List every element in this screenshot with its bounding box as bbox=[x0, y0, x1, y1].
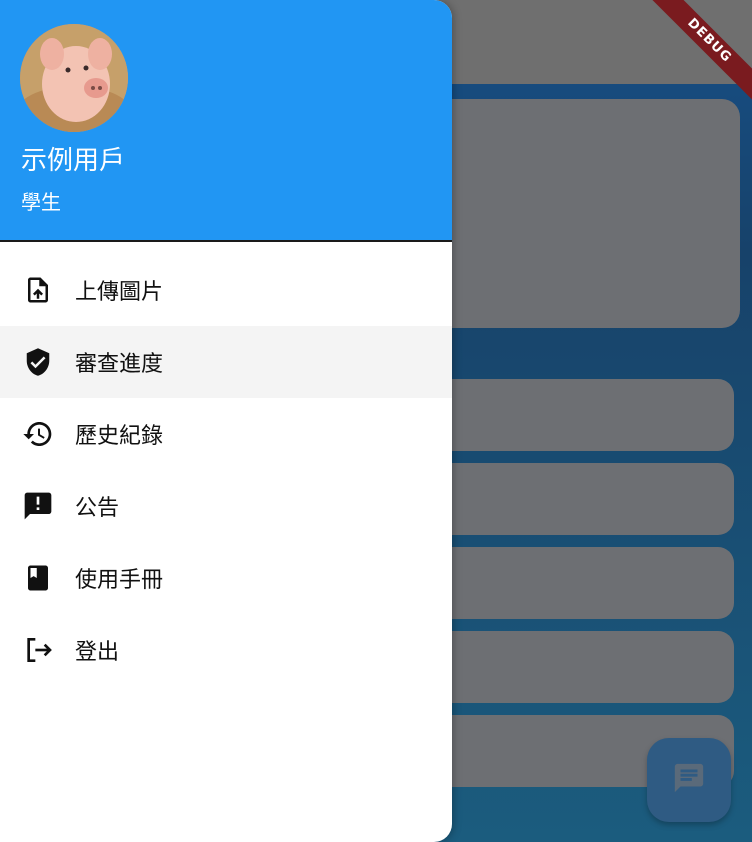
menu-label: 登出 bbox=[75, 640, 120, 665]
menu-label: 審查進度 bbox=[75, 352, 164, 377]
menu-item-announcement[interactable]: 公告 bbox=[0, 470, 452, 542]
logout-icon bbox=[22, 634, 54, 666]
menu-item-review-progress[interactable]: 審查進度 bbox=[0, 326, 452, 398]
upload-file-icon bbox=[22, 274, 54, 306]
menu-label: 上傳圖片 bbox=[75, 280, 164, 305]
chat-icon bbox=[672, 761, 706, 799]
menu-item-history[interactable]: 歷史紀錄 bbox=[0, 398, 452, 470]
navigation-drawer: 示例用戶 學生 上傳圖片 審查進度 歷史紀錄 公告 使用手冊 登出 bbox=[0, 0, 452, 842]
user-name: 示例用戶 bbox=[21, 146, 126, 176]
list-item bbox=[430, 463, 734, 535]
list-item bbox=[430, 379, 734, 451]
book-icon bbox=[22, 562, 54, 594]
history-icon bbox=[22, 418, 54, 450]
list-item bbox=[430, 631, 734, 703]
user-role: 學生 bbox=[21, 190, 61, 214]
chat-fab-button[interactable] bbox=[647, 738, 731, 822]
list-item bbox=[430, 547, 734, 619]
app-screen: DEBUG 示例用戶 學生 上傳圖片 審查進度 歷史紀錄 公告 使用手冊 登出 bbox=[0, 0, 752, 842]
menu-item-logout[interactable]: 登出 bbox=[0, 614, 452, 686]
menu-label: 歷史紀錄 bbox=[75, 424, 164, 449]
drawer-menu: 上傳圖片 審查進度 歷史紀錄 公告 使用手冊 登出 bbox=[0, 254, 452, 686]
menu-label: 公告 bbox=[75, 496, 120, 521]
verified-shield-icon bbox=[22, 346, 54, 378]
menu-item-upload-image[interactable]: 上傳圖片 bbox=[0, 254, 452, 326]
menu-item-user-manual[interactable]: 使用手冊 bbox=[0, 542, 452, 614]
announcement-icon bbox=[22, 490, 54, 522]
avatar bbox=[20, 24, 128, 132]
content-card bbox=[430, 99, 740, 328]
drawer-header: 示例用戶 學生 bbox=[0, 0, 452, 242]
menu-label: 使用手冊 bbox=[75, 568, 164, 593]
